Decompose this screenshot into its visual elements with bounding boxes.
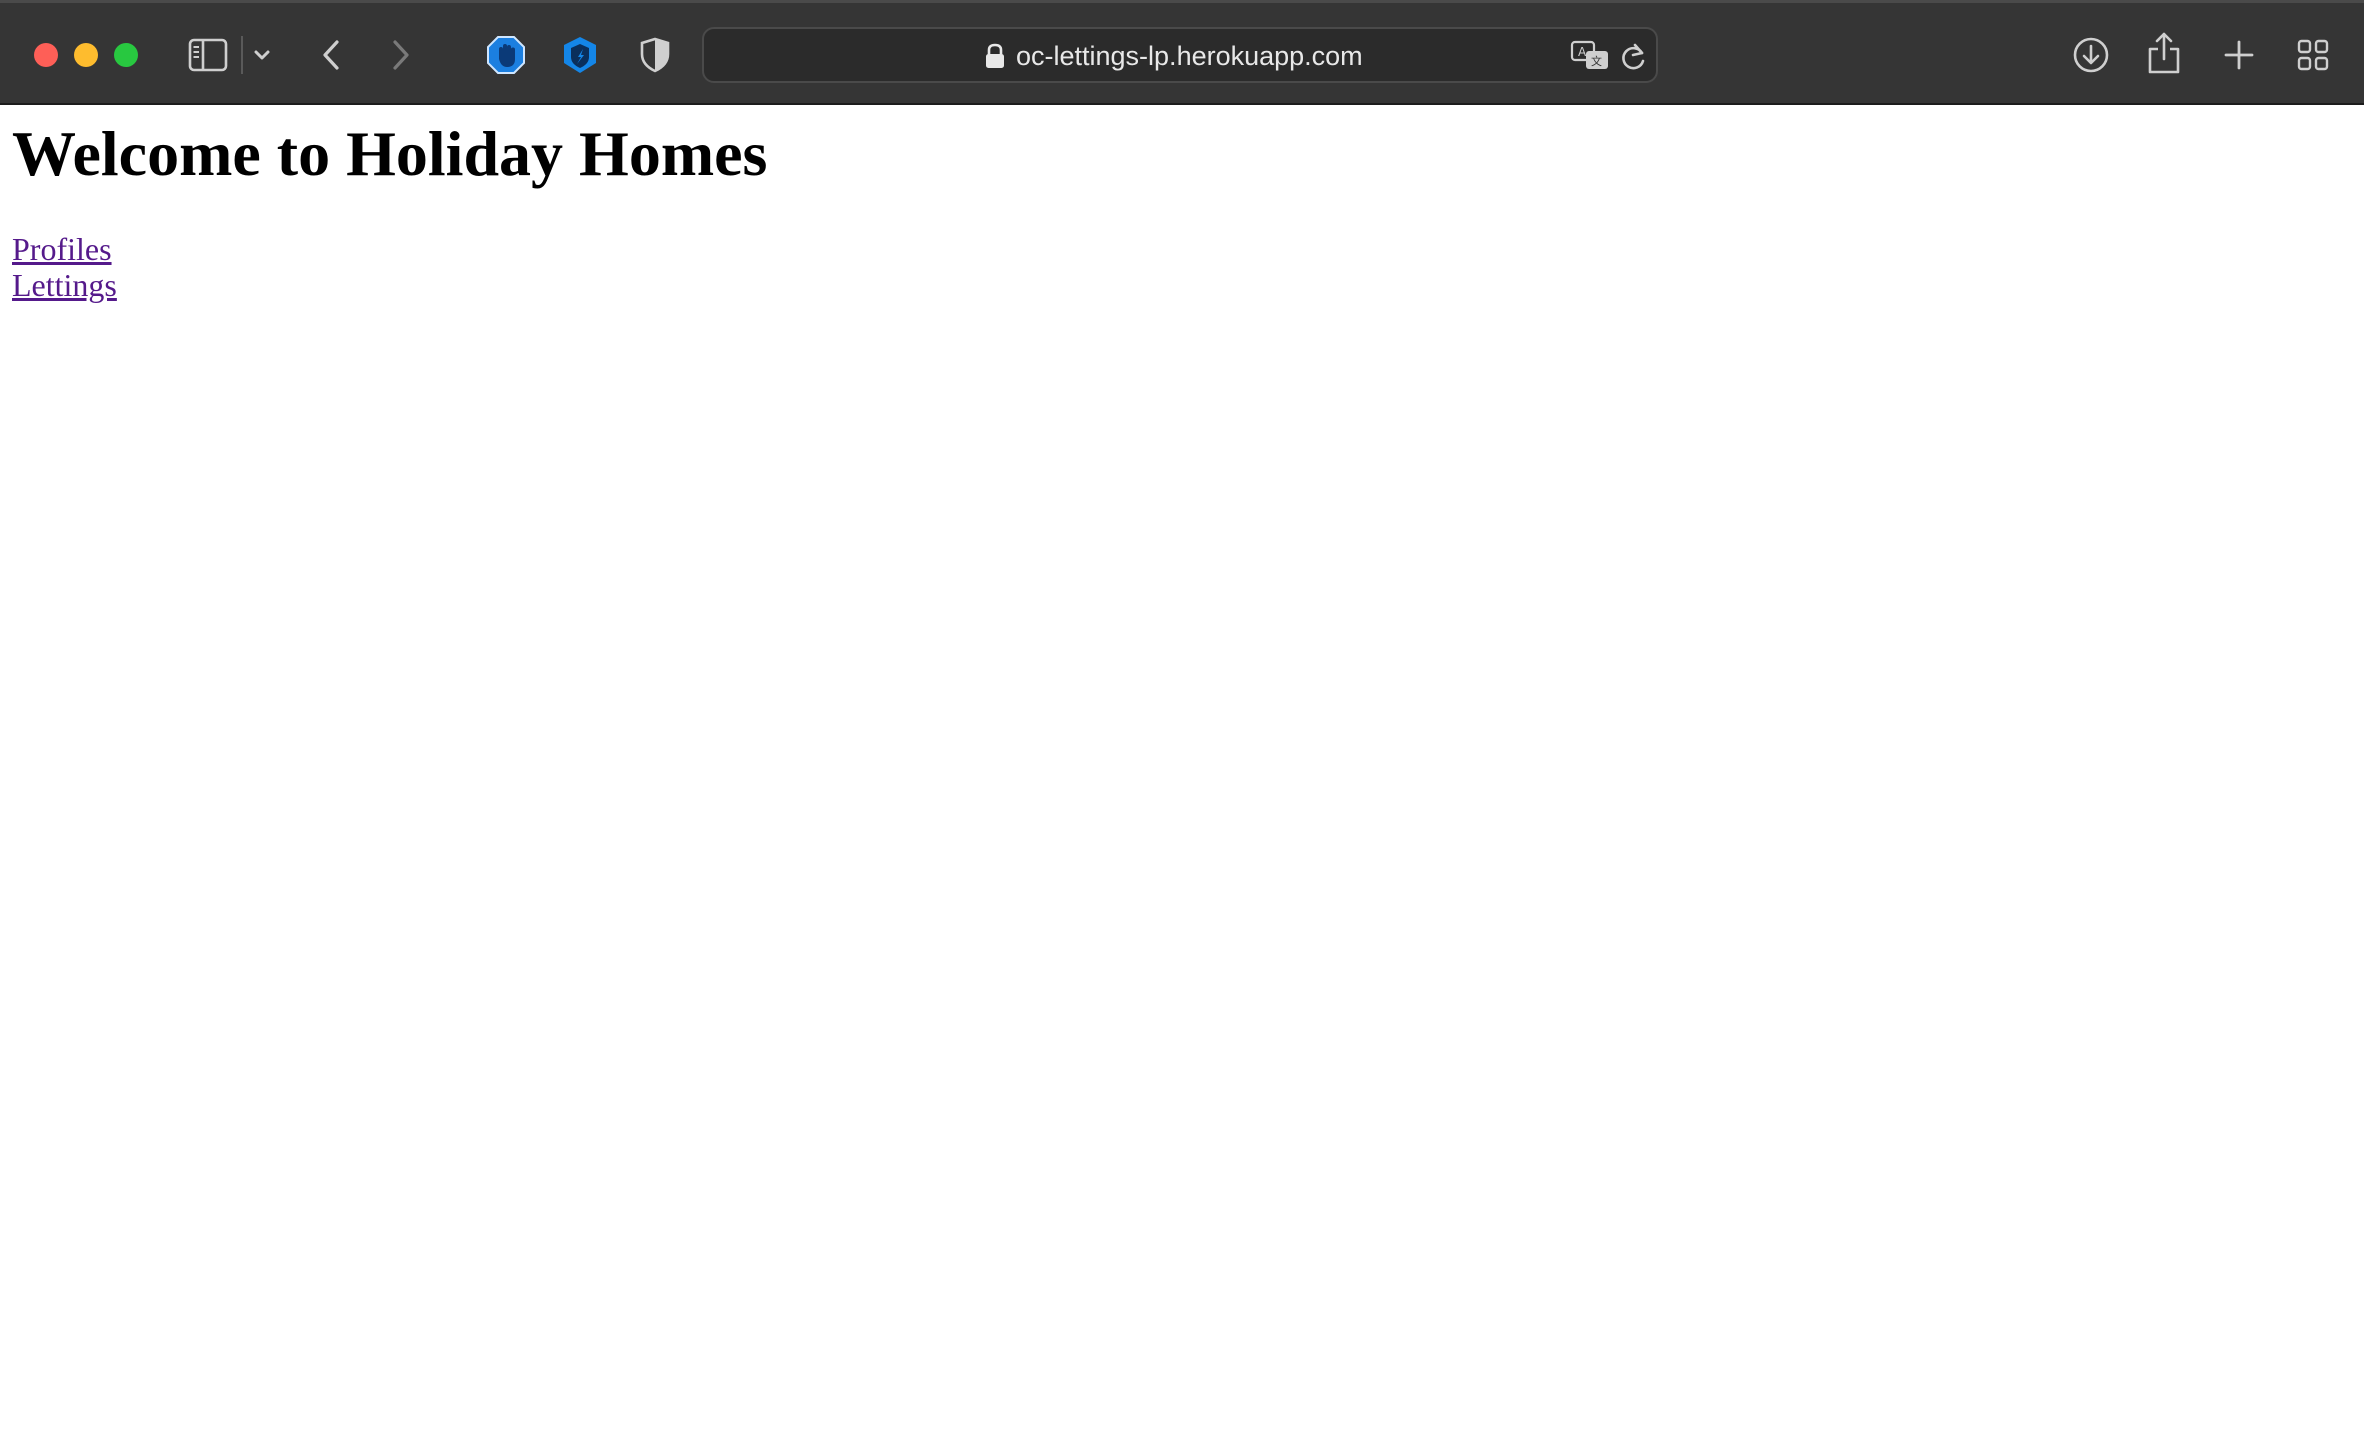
download-icon[interactable] <box>2070 33 2112 77</box>
lock-icon <box>984 43 1006 69</box>
url-text[interactable]: oc-lettings-lp.herokuapp.com <box>1016 39 1363 73</box>
close-window-button[interactable] <box>34 43 58 67</box>
chevron-down-icon[interactable] <box>250 41 274 69</box>
page-content: Welcome to Holiday Homes Profiles Lettin… <box>0 105 2364 1444</box>
nav-links: Profiles Lettings <box>12 231 2352 303</box>
translate-icon[interactable]: A 文 <box>1570 39 1610 73</box>
browser-window: oc-lettings-lp.herokuapp.com A 文 Welcome… <box>0 0 2364 1444</box>
lettings-link[interactable]: Lettings <box>12 267 117 303</box>
minimize-window-button[interactable] <box>74 43 98 67</box>
svg-text:A: A <box>1578 45 1587 59</box>
sidebar-icon[interactable] <box>186 33 230 77</box>
chevron-right-icon[interactable] <box>384 33 418 77</box>
page-title: Welcome to Holiday Homes <box>12 118 768 189</box>
hand-stop-icon[interactable] <box>484 33 528 77</box>
browser-toolbar: oc-lettings-lp.herokuapp.com A 文 <box>0 0 2364 105</box>
toolbar-separator <box>241 36 243 74</box>
share-icon[interactable] <box>2144 29 2184 77</box>
chevron-left-icon[interactable] <box>314 33 348 77</box>
svg-text:文: 文 <box>1591 54 1602 68</box>
profiles-link[interactable]: Profiles <box>12 231 112 267</box>
address-bar[interactable]: oc-lettings-lp.herokuapp.com A 文 <box>702 27 1658 83</box>
shield-check-icon[interactable] <box>558 33 602 77</box>
plus-icon[interactable] <box>2218 33 2260 77</box>
reload-icon[interactable] <box>1618 41 1648 73</box>
grid-icon[interactable] <box>2292 33 2334 77</box>
zoom-window-button[interactable] <box>114 43 138 67</box>
shield-half-icon[interactable] <box>636 33 674 77</box>
